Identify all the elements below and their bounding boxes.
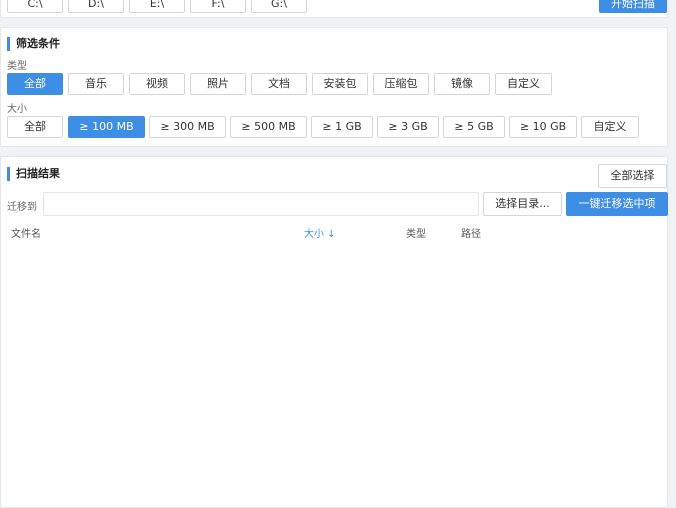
type-option-photo[interactable]: 照片 (190, 73, 246, 95)
start-scan-button[interactable]: 开始扫描 (599, 0, 667, 13)
filter-panel: 筛选条件 类型 全部 音乐 视频 照片 文档 安装包 压缩包 镜像 自定义 大小… (0, 27, 668, 147)
migrate-path-input[interactable] (43, 192, 479, 216)
drive-button-e[interactable]: E:\ (129, 0, 185, 13)
drive-button-f[interactable]: F:\ (190, 0, 246, 13)
results-table-body (1, 241, 667, 507)
type-option-all[interactable]: 全部 (7, 73, 63, 95)
type-option-music[interactable]: 音乐 (68, 73, 124, 95)
size-option-all[interactable]: 全部 (7, 116, 63, 138)
filter-title: 筛选条件 (7, 37, 60, 51)
size-label: 大小 (7, 104, 27, 115)
drive-panel: C:\ D:\ E:\ F:\ G:\ 开始扫描 (0, 0, 668, 18)
type-option-archive[interactable]: 压缩包 (373, 73, 429, 95)
size-option-5gb[interactable]: ≥ 5 GB (443, 116, 505, 138)
drive-button-d[interactable]: D:\ (68, 0, 124, 13)
size-option-1gb[interactable]: ≥ 1 GB (311, 116, 373, 138)
drive-button-c[interactable]: C:\ (7, 0, 63, 13)
choose-directory-button[interactable]: 选择目录... (483, 192, 562, 216)
size-option-custom[interactable]: 自定义 (581, 116, 639, 138)
type-option-custom[interactable]: 自定义 (495, 73, 552, 95)
size-option-10gb[interactable]: ≥ 10 GB (509, 116, 577, 138)
type-option-video[interactable]: 视频 (129, 73, 185, 95)
select-all-button[interactable]: 全部选择 (598, 164, 667, 188)
type-option-image[interactable]: 镜像 (434, 73, 490, 95)
column-path[interactable]: 路径 (461, 225, 481, 240)
results-panel: 扫描结果 全部选择 迁移到 选择目录... 一键迁移选中项 文件名 大小 ↓ 类… (0, 156, 668, 508)
type-label: 类型 (7, 61, 27, 72)
column-size[interactable]: 大小 ↓ (304, 225, 336, 240)
drive-button-g[interactable]: G:\ (251, 0, 307, 13)
size-option-3gb[interactable]: ≥ 3 GB (377, 116, 439, 138)
size-option-300mb[interactable]: ≥ 300 MB (149, 116, 226, 138)
migrate-selected-button[interactable]: 一键迁移选中项 (566, 192, 668, 216)
type-option-installer[interactable]: 安装包 (312, 73, 368, 95)
results-title: 扫描结果 (7, 167, 60, 181)
size-option-100mb[interactable]: ≥ 100 MB (68, 116, 145, 138)
column-filename[interactable]: 文件名 (11, 225, 41, 240)
size-option-500mb[interactable]: ≥ 500 MB (230, 116, 307, 138)
column-type[interactable]: 类型 (406, 225, 426, 240)
migrate-label: 迁移到 (7, 202, 37, 213)
type-option-document[interactable]: 文档 (251, 73, 307, 95)
